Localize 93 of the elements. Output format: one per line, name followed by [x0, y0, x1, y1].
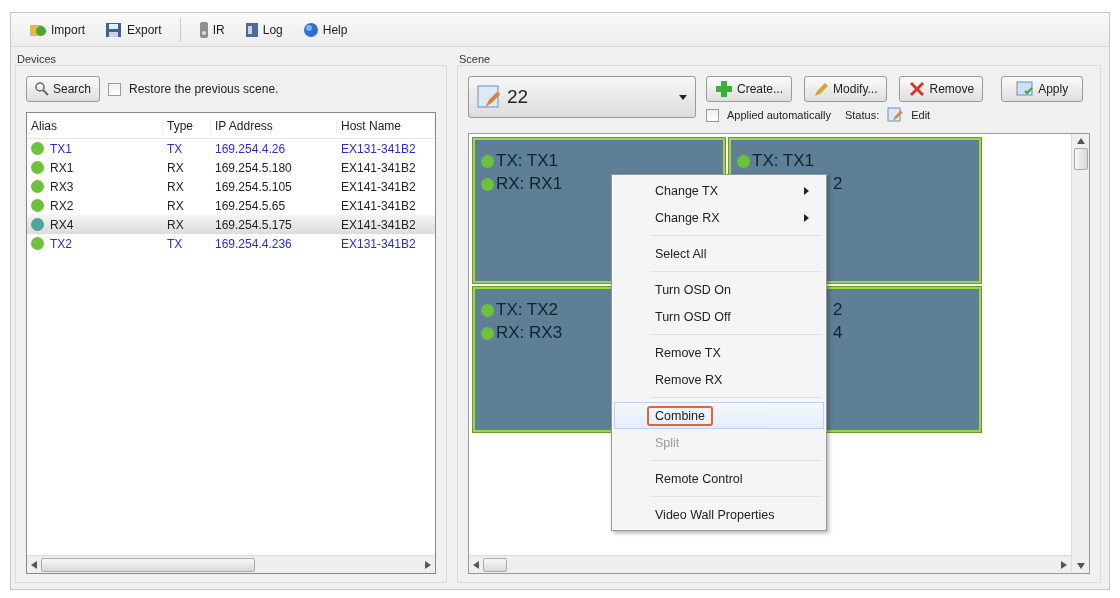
tile-label: 4 [833, 323, 843, 343]
table-cell-text: EX131-341B2 [340, 236, 417, 251]
search-button[interactable]: Search [26, 76, 101, 102]
scroll-left-arrow-icon[interactable] [473, 560, 479, 569]
table-row[interactable]: RX1 RX 169.254.5.180 EX141-341B2 [27, 158, 435, 177]
plus-icon [715, 80, 733, 98]
table-cell-text: 169.254.5.180 [214, 160, 293, 175]
toolbar-button[interactable]: Apply [1001, 76, 1084, 102]
table-row[interactable]: TX2 TX 169.254.4.236 EX131-341B2 [27, 234, 435, 253]
scene-dropdown[interactable]: 22 [468, 76, 696, 118]
table-row[interactable]: RX4 RX 169.254.5.175 EX141-341B2 [27, 215, 435, 234]
toolbar-button[interactable]: IR [190, 17, 233, 42]
table-cell-text: RX [166, 160, 185, 175]
scrollbar-thumb[interactable] [483, 557, 507, 572]
tile-label: TX: TX2 [496, 300, 559, 320]
table-cell-text: RX [166, 179, 185, 194]
table-cell-text: EX141-341B2 [340, 198, 417, 213]
table-cell-text: 169.254.5.65 [214, 198, 287, 213]
scroll-left-arrow-icon[interactable] [31, 560, 37, 569]
status-dot [737, 154, 750, 168]
status-value: Edit [911, 109, 931, 121]
table-cell-text: EX141-341B2 [340, 217, 417, 232]
tile-label: RX: RX1 [496, 174, 563, 194]
status-dot [481, 177, 494, 191]
tile-label: 2 [833, 300, 843, 320]
menu-item[interactable]: Remote Control [614, 465, 824, 492]
pencil-icon [813, 81, 830, 97]
checkbox[interactable] [706, 108, 719, 122]
column-header[interactable]: Host Name [337, 118, 435, 133]
horizontal-scrollbar[interactable] [469, 555, 1071, 573]
toolbar-button[interactable]: Remove [898, 76, 984, 102]
table-row[interactable]: RX2 RX 169.254.5.65 EX141-341B2 [27, 196, 435, 215]
status-label: Status: [844, 109, 880, 121]
tile-label: RX: RX3 [496, 323, 563, 343]
table-cell: RX1 [50, 160, 74, 175]
group-title: Scene [458, 52, 492, 65]
table-cell-text: RX [166, 198, 185, 213]
toolbar-button[interactable]: Export [97, 18, 170, 41]
document-icon [244, 21, 259, 38]
menu-item[interactable]: Video Wall Properties [614, 501, 824, 528]
table-cell-text: EX131-341B2 [340, 141, 417, 156]
table-cell-text: TX [166, 141, 184, 156]
table-check-icon [1016, 81, 1035, 97]
table-cell-text: 169.254.4.236 [214, 236, 293, 251]
toolbar-button[interactable]: Import [21, 18, 93, 41]
submenu-arrow-icon [804, 186, 809, 195]
checkbox-label: Restore the previous scene. [129, 82, 279, 96]
toolbar-button[interactable]: Modify... [804, 76, 887, 102]
scrollbar-thumb[interactable] [1073, 148, 1088, 170]
checkbox[interactable] [108, 82, 122, 96]
column-header[interactable]: Alias [27, 118, 163, 133]
tile-label: 2 [833, 174, 843, 194]
scroll-right-arrow-icon[interactable] [1061, 560, 1067, 569]
search-icon [35, 82, 49, 96]
scroll-down-arrow-icon[interactable] [1076, 563, 1085, 569]
table-cell-text: TX [166, 236, 184, 251]
status-dot [481, 154, 494, 168]
edit-icon [887, 107, 904, 123]
table-cell-text: RX [166, 217, 185, 232]
table-row[interactable]: TX1 TX 169.254.4.26 EX131-341B2 [27, 139, 435, 158]
table-cell-text: 169.254.5.105 [214, 179, 293, 194]
help-icon [302, 21, 319, 38]
status-dot [481, 326, 494, 340]
scroll-up-arrow-icon[interactable] [1076, 138, 1085, 144]
toolbar-button[interactable]: Log [236, 18, 291, 41]
column-header[interactable]: Type [163, 118, 211, 133]
column-header[interactable]: IP Address [211, 118, 337, 133]
status-dot [481, 303, 494, 317]
table-cell: RX4 [50, 217, 74, 232]
toolbar-button[interactable]: Help [294, 18, 356, 41]
table-cell: TX2 [50, 236, 72, 251]
table-cell-text: EX141-341B2 [340, 160, 417, 175]
scene-edit-icon [477, 85, 501, 109]
checkbox-label: Applied automatically [727, 109, 831, 121]
submenu-arrow-icon [804, 213, 809, 222]
group-title: Devices [16, 52, 58, 65]
scrollbar-thumb[interactable] [41, 557, 255, 572]
horizontal-scrollbar[interactable] [27, 555, 435, 573]
table-cell: RX2 [50, 198, 74, 213]
vertical-scrollbar[interactable] [1071, 134, 1089, 573]
scroll-right-arrow-icon[interactable] [425, 560, 431, 569]
menu-item[interactable]: Combine [614, 402, 824, 429]
toolbar-button[interactable]: Create... [706, 76, 793, 102]
tile-label: TX: TX1 [496, 151, 559, 171]
remote-icon [198, 20, 209, 39]
table-row[interactable]: RX3 RX 169.254.5.105 EX141-341B2 [27, 177, 435, 196]
table-cell-text: 169.254.5.175 [214, 217, 293, 232]
table-cell-text: 169.254.4.26 [214, 141, 287, 156]
tile-label: TX: TX1 [752, 151, 815, 171]
table-cell: RX3 [50, 179, 74, 194]
table-cell: TX1 [50, 141, 72, 156]
caret-icon [679, 94, 687, 100]
table-cell-text: EX141-341B2 [340, 179, 417, 194]
